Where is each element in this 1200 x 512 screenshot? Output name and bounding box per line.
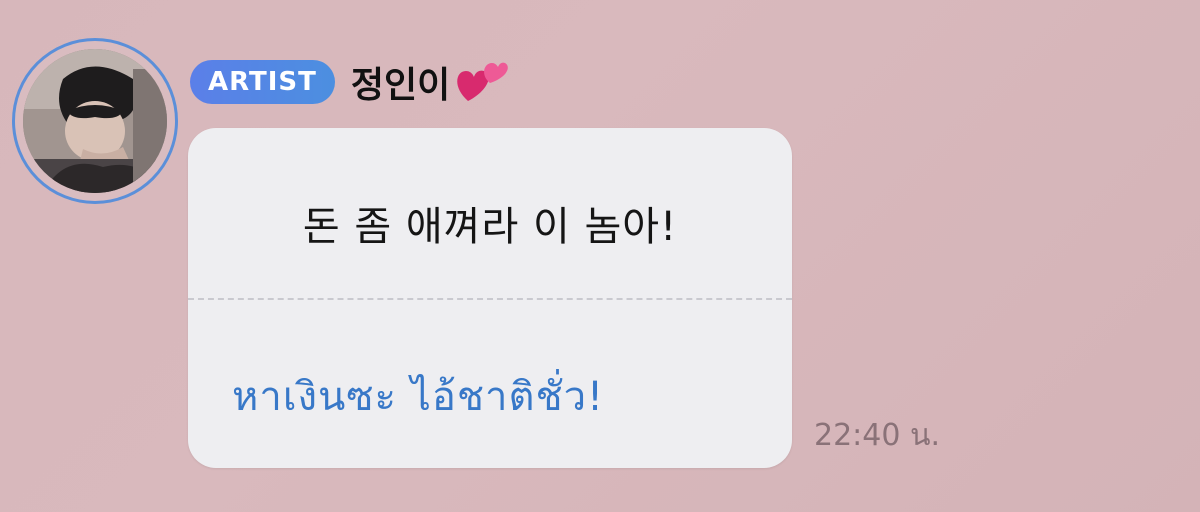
avatar-image: [23, 49, 167, 193]
original-message-text: 돈 좀 애껴라 이 놈아!: [302, 204, 678, 250]
heart-emoji-icon: [454, 57, 510, 107]
message-timestamp: 22:40 น.: [814, 418, 941, 453]
chat-message-row: ARTIST 정인이 돈 좀 애껴라 이 놈아! หาเงินซะ ไอ้ชาต…: [0, 0, 1200, 512]
artist-badge: ARTIST: [190, 60, 335, 104]
sender-name-text: 정인이: [350, 65, 451, 106]
message-bubble[interactable]: 돈 좀 애껴라 이 놈아! หาเงินซะ ไอ้ชาติชั่ว!: [188, 128, 792, 468]
sender-name: 정인이: [351, 56, 510, 108]
translated-message-text: หาเงินซะ ไอ้ชาติชั่ว!: [232, 374, 605, 420]
sender-header: ARTIST 정인이: [190, 52, 510, 112]
translation-divider: [188, 298, 792, 300]
sender-avatar[interactable]: [12, 38, 178, 204]
